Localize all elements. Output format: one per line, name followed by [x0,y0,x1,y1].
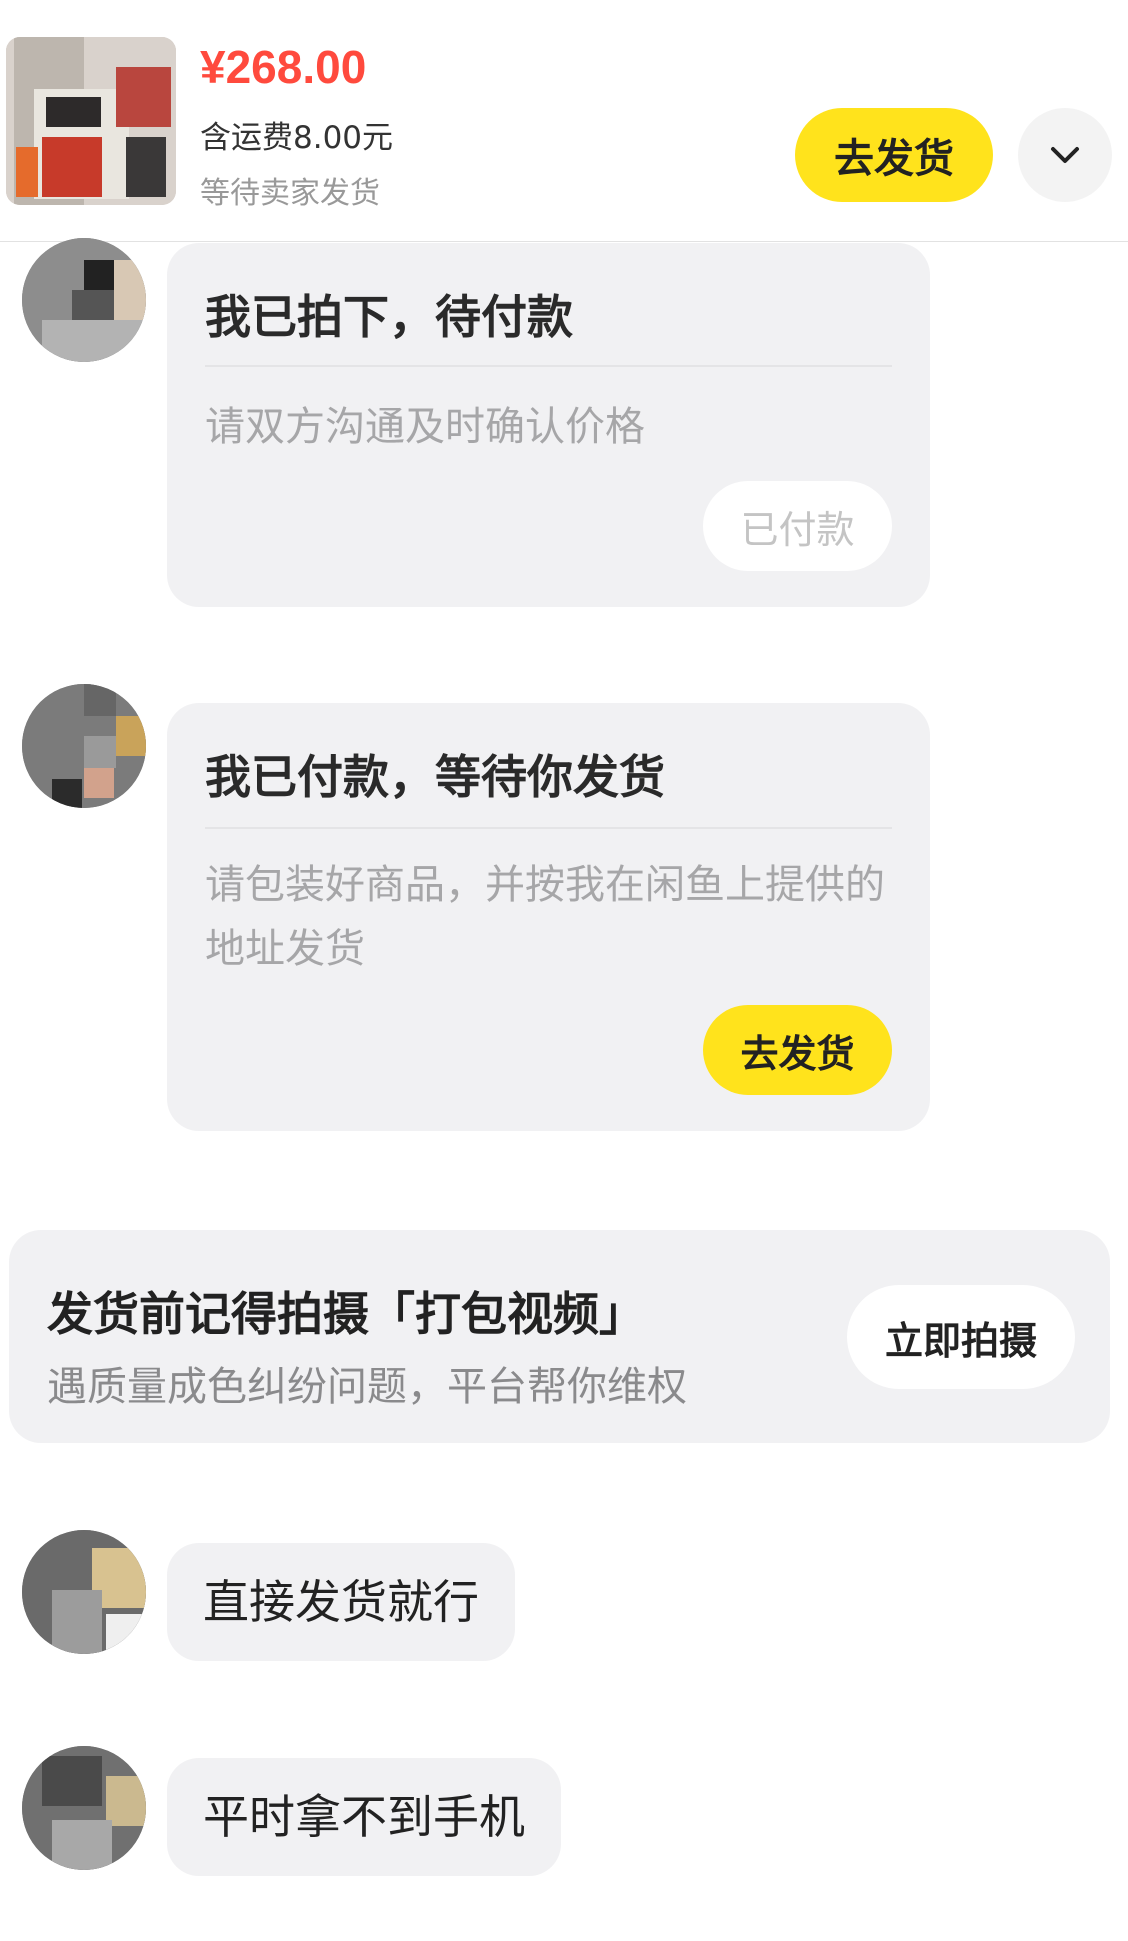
order-price: ¥268.00 [200,41,367,93]
ship-button[interactable]: 去发货 [795,108,993,202]
chevron-down-icon [1051,147,1079,163]
card-description: 请包装好商品，并按我在闲鱼上提供的地址发货 [205,862,885,972]
product-thumbnail[interactable] [6,37,176,205]
paid-button[interactable]: 已付款 [703,481,892,571]
order-status-card: 我已拍下，待付款 请双方沟通及时确认价格 已付款 [167,243,930,607]
order-status-card: 我已付款，等待你发货 请包装好商品，并按我在闲鱼上提供的地址发货 去发货 [167,703,930,1131]
avatar[interactable] [22,684,146,808]
banner-subtitle: 遇质量成色纠纷问题，平台帮你维权 [47,1364,687,1410]
card-title: 我已付款，等待你发货 [205,750,665,804]
banner-title: 发货前记得拍摄「打包视频」 [47,1287,645,1341]
card-title: 我已拍下，待付款 [205,290,573,344]
expand-button[interactable] [1018,108,1112,202]
avatar[interactable] [22,238,146,362]
record-now-button[interactable]: 立即拍摄 [847,1285,1075,1389]
divider [205,827,892,829]
shipping-fee: 含运费8.00元 [200,120,394,156]
divider [205,365,892,367]
avatar[interactable] [22,1746,146,1870]
order-status: 等待卖家发货 [200,176,380,211]
chat-message: 平时拿不到手机 [167,1758,561,1876]
chat-message: 直接发货就行 [167,1543,515,1661]
avatar[interactable] [22,1530,146,1654]
packing-video-banner: 发货前记得拍摄「打包视频」 遇质量成色纠纷问题，平台帮你维权 立即拍摄 [9,1230,1110,1443]
card-description: 请双方沟通及时确认价格 [205,404,645,450]
order-header: ¥268.00 含运费8.00元 等待卖家发货 去发货 [0,0,1128,242]
product-image [6,37,176,205]
ship-button[interactable]: 去发货 [703,1005,892,1095]
